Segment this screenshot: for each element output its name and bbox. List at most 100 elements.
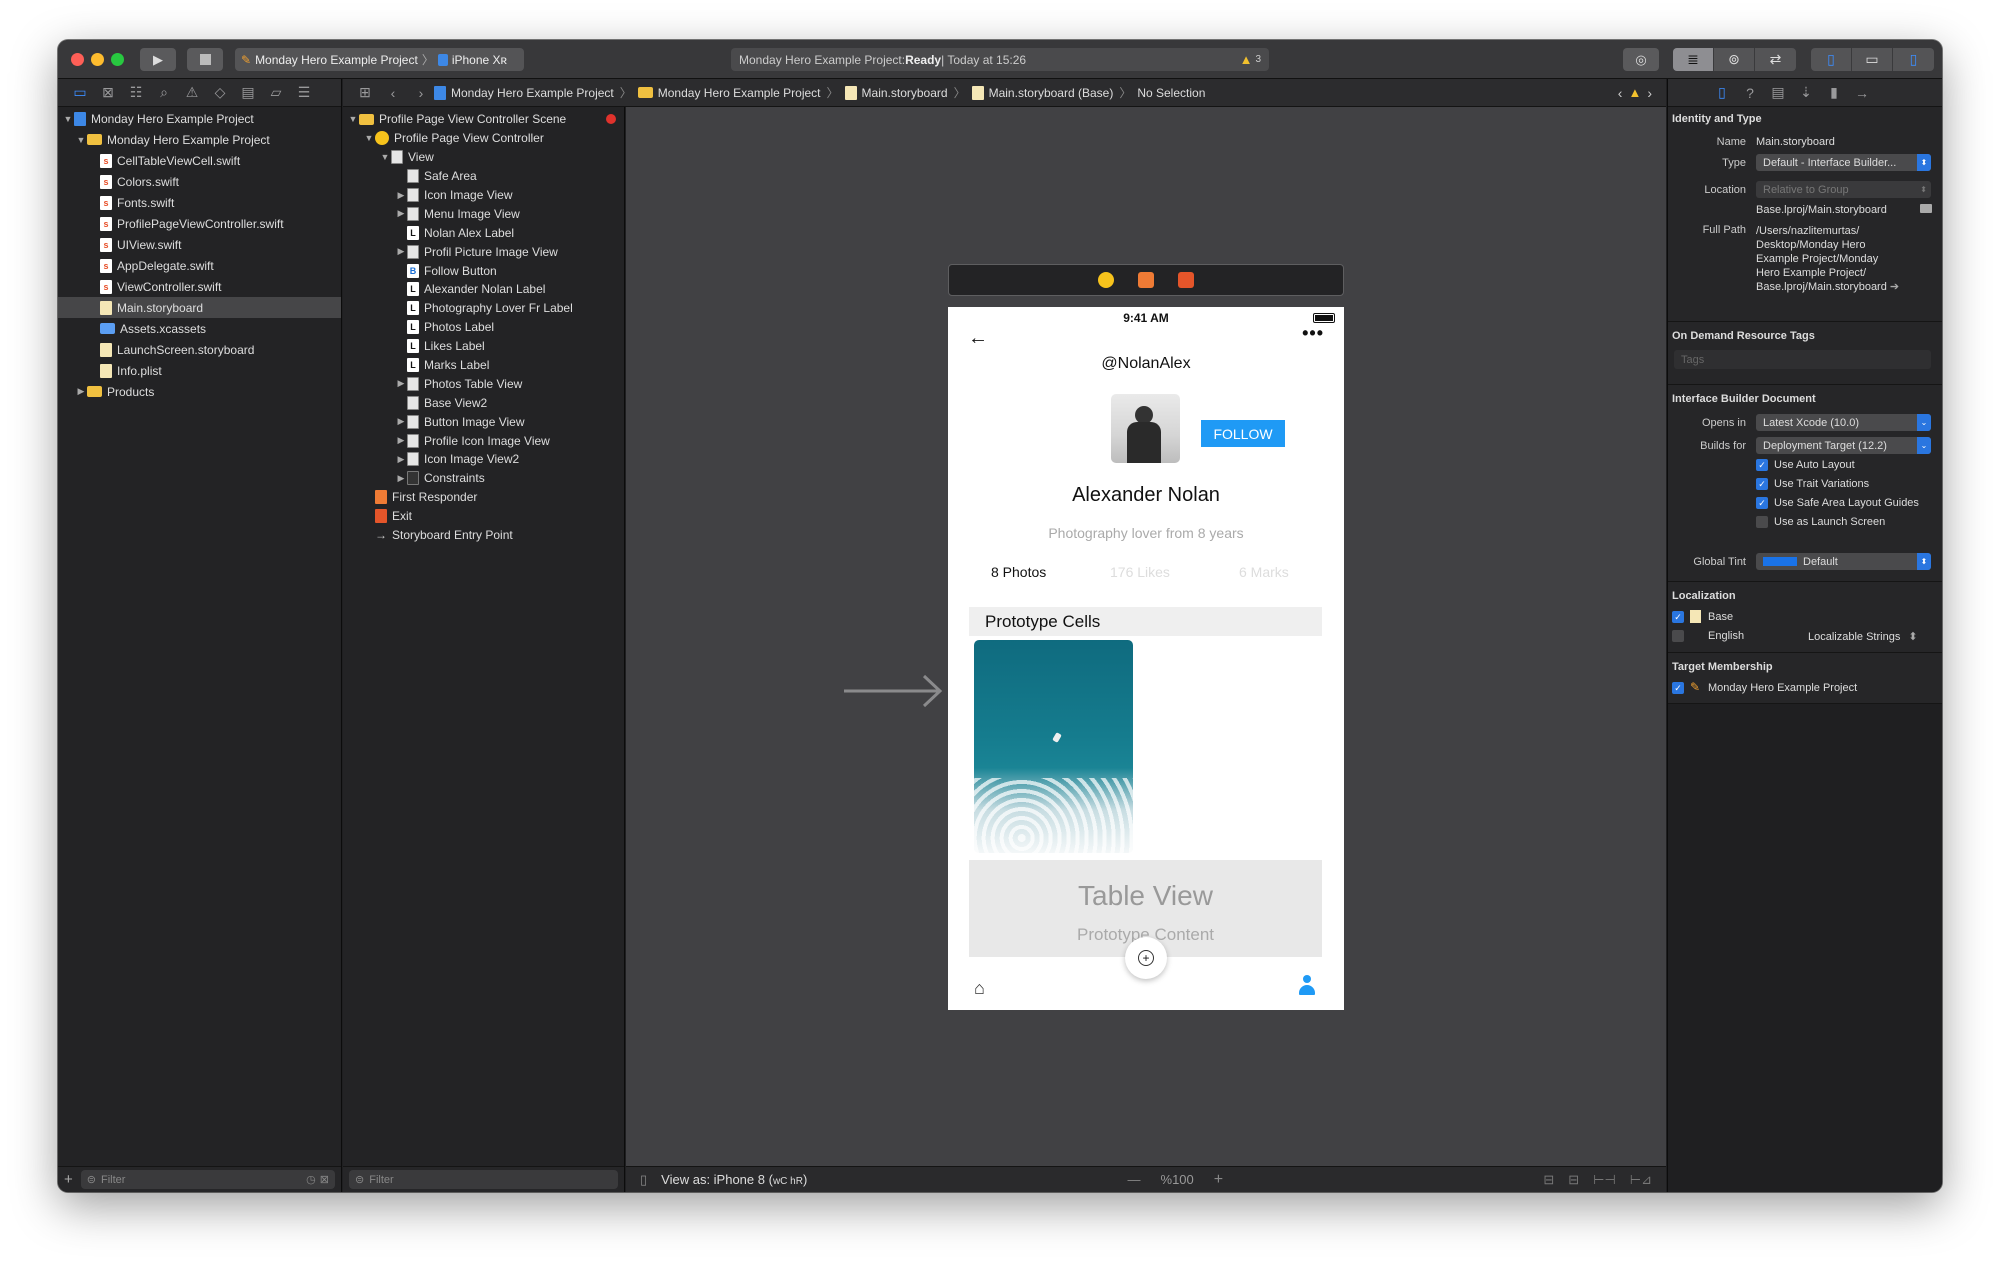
outline-item[interactable]: ▼ Profile Page View Controller [343,129,624,148]
global-tint-select[interactable]: Default ⬍ [1756,553,1931,570]
likes-label[interactable]: 176 Likes [1110,564,1170,580]
navigator-item[interactable]: ▼ Monday Hero Example Project [58,129,341,150]
outline-item[interactable]: Safe Area [343,167,624,186]
outline-item[interactable]: ▶ Icon Image View [343,186,624,205]
standard-editor-icon[interactable]: ≣ [1673,48,1714,71]
outline-toggle-icon[interactable]: ▯ [640,1172,647,1188]
disclosure-closed-icon[interactable]: ▶ [395,190,407,201]
profile-tab-icon[interactable] [1298,975,1316,997]
localization-base-checkbox[interactable]: ✓ [1672,611,1684,623]
type-select[interactable]: Default - Interface Builder... ⬍ [1756,154,1931,171]
outline-filter-input[interactable]: ⊜ Filter [349,1170,618,1189]
disclosure-closed-icon[interactable]: ▶ [395,473,407,484]
identity-inspector-icon[interactable]: ▤ [1764,84,1792,101]
embed-icon[interactable]: ⊟ [1543,1172,1554,1188]
scene-issue-icon[interactable] [606,114,616,125]
outline-item[interactable]: ▶ Button Image View [343,412,624,431]
outline-item[interactable]: Exit [343,507,624,526]
use-auto-layout-checkbox[interactable]: ✓ [1756,459,1768,471]
navigator-item[interactable]: s Fonts.swift [58,192,341,213]
more-menu-icon[interactable]: ••• [1302,323,1324,344]
outline-item[interactable]: → Storyboard Entry Point [343,526,624,545]
warning-icon[interactable]: ▲ [1240,52,1253,67]
navigator-item[interactable]: s CellTableViewCell.swift [58,150,341,171]
resolve-issues-icon[interactable]: ⊢⊿ [1630,1172,1652,1188]
outline-item[interactable]: ▼ Profile Page View Controller Scene [343,110,624,129]
exit-icon[interactable] [1178,272,1194,288]
scm-filter-icon[interactable]: ⊠ [320,1173,329,1186]
entry-point-arrow[interactable] [844,671,944,711]
inspector-toggle-icon[interactable]: ▯ [1893,48,1934,71]
localizable-strings-select[interactable]: Localizable Strings ⬍ [1808,630,1918,643]
disclosure-closed-icon[interactable]: ▶ [395,378,407,389]
disclosure-open-icon[interactable]: ▼ [347,114,359,124]
add-button[interactable]: + [1125,937,1167,979]
storyboard-canvas[interactable]: 9:41 AM ← ••• @NolanAlex FOLLOW Alexande… [626,107,1666,1192]
zoom-in-icon[interactable]: + [1214,1171,1223,1189]
recent-icon[interactable]: ◷ [306,1173,316,1186]
scheme-selector[interactable]: ✎ Monday Hero Example Project 〉 iPhone X… [235,48,524,71]
outline-item[interactable]: ▶ Profile Icon Image View [343,431,624,450]
target-checkbox[interactable]: ✓ [1672,682,1684,694]
outline-item[interactable]: ▶ Photos Table View [343,374,624,393]
grid-icon[interactable]: ⊞ [351,84,379,101]
navigator-item[interactable]: Main.storyboard [58,297,341,318]
follow-button[interactable]: FOLLOW [1201,420,1285,447]
use-safe-area-layout-guides-checkbox[interactable]: ✓ [1756,497,1768,509]
navigator-toggle-icon[interactable]: ▯ [1811,48,1852,71]
zoom-out-icon[interactable]: — [1128,1172,1141,1187]
opens-in-select[interactable]: Latest Xcode (10.0) ⌄ [1756,414,1931,431]
profile-screen[interactable]: 9:41 AM ← ••• @NolanAlex FOLLOW Alexande… [948,307,1344,1010]
disclosure-closed-icon[interactable]: ▶ [395,246,407,257]
outline-item[interactable]: First Responder [343,488,624,507]
outline-item[interactable]: L Likes Label [343,337,624,356]
zoom-window-button[interactable] [111,53,124,66]
issue-icon[interactable]: ⚠ [178,84,206,101]
outline-item[interactable]: Base View2 [343,393,624,412]
test-icon[interactable]: ◇ [206,84,234,101]
warning-icon[interactable]: ▲ [1628,85,1641,100]
disclosure-closed-icon[interactable]: ▶ [395,454,407,465]
navigator-item[interactable]: s ProfilePageViewController.swift [58,213,341,234]
add-icon[interactable]: + [64,1171,73,1188]
close-window-button[interactable] [71,53,84,66]
report-icon[interactable]: ☰ [290,84,318,101]
library-button[interactable]: ◎ [1623,48,1659,71]
outline-item[interactable]: L Photography Lover Fr Label [343,299,624,318]
use-as-launch-screen-checkbox[interactable] [1756,516,1768,528]
localization-english-checkbox[interactable] [1672,630,1684,642]
photo-cell-image[interactable] [974,640,1133,853]
navigator-filter-input[interactable]: ⊜ Filter ◷ ⊠ [80,1170,335,1189]
disclosure-closed-icon[interactable]: ▶ [75,386,87,397]
file-inspector-icon[interactable]: ▯ [1708,84,1736,101]
outline-item[interactable]: ▶ Constraints [343,469,624,488]
outline-item[interactable]: L Nolan Alex Label [343,223,624,242]
search-icon[interactable]: ⌕ [150,84,178,101]
outline-item[interactable]: ▶ Icon Image View2 [343,450,624,469]
navigator-item[interactable]: s ViewController.swift [58,276,341,297]
tags-input[interactable]: Tags [1674,350,1931,369]
navigator-item[interactable]: ▼ Monday Hero Example Project [58,108,341,129]
outline-item[interactable]: B Follow Button [343,261,624,280]
navigator-item[interactable]: Assets.xcassets [58,318,341,339]
first-responder-icon[interactable] [1138,272,1154,288]
photos-label[interactable]: 8 Photos [991,564,1046,580]
use-trait-variations-checkbox[interactable]: ✓ [1756,478,1768,490]
back-arrow-icon[interactable]: ← [968,327,988,350]
navigator-item[interactable]: Info.plist [58,360,341,381]
folder-icon[interactable]: ▭ [66,84,94,101]
disclosure-open-icon[interactable]: ▼ [363,133,375,143]
navigator-item[interactable]: LaunchScreen.storyboard [58,339,341,360]
breakpoint-icon[interactable]: ▱ [262,84,290,101]
name-value[interactable]: Main.storyboard [1756,136,1835,148]
pin-icon[interactable]: ⊢⊣ [1593,1172,1616,1188]
reveal-arrow-icon[interactable]: ➔ [1890,281,1899,293]
navigator-item[interactable]: s Colors.swift [58,171,341,192]
crumb-group[interactable]: Monday Hero Example Project [658,86,821,100]
disclosure-closed-icon[interactable]: ▶ [395,435,407,446]
source-control-icon[interactable]: ⊠ [94,84,122,101]
disclosure-open-icon[interactable]: ▼ [379,152,391,162]
navigator-item[interactable]: s AppDelegate.swift [58,255,341,276]
size-inspector-icon[interactable]: ▮ [1820,84,1848,101]
crumb-file[interactable]: Main.storyboard [862,86,948,100]
